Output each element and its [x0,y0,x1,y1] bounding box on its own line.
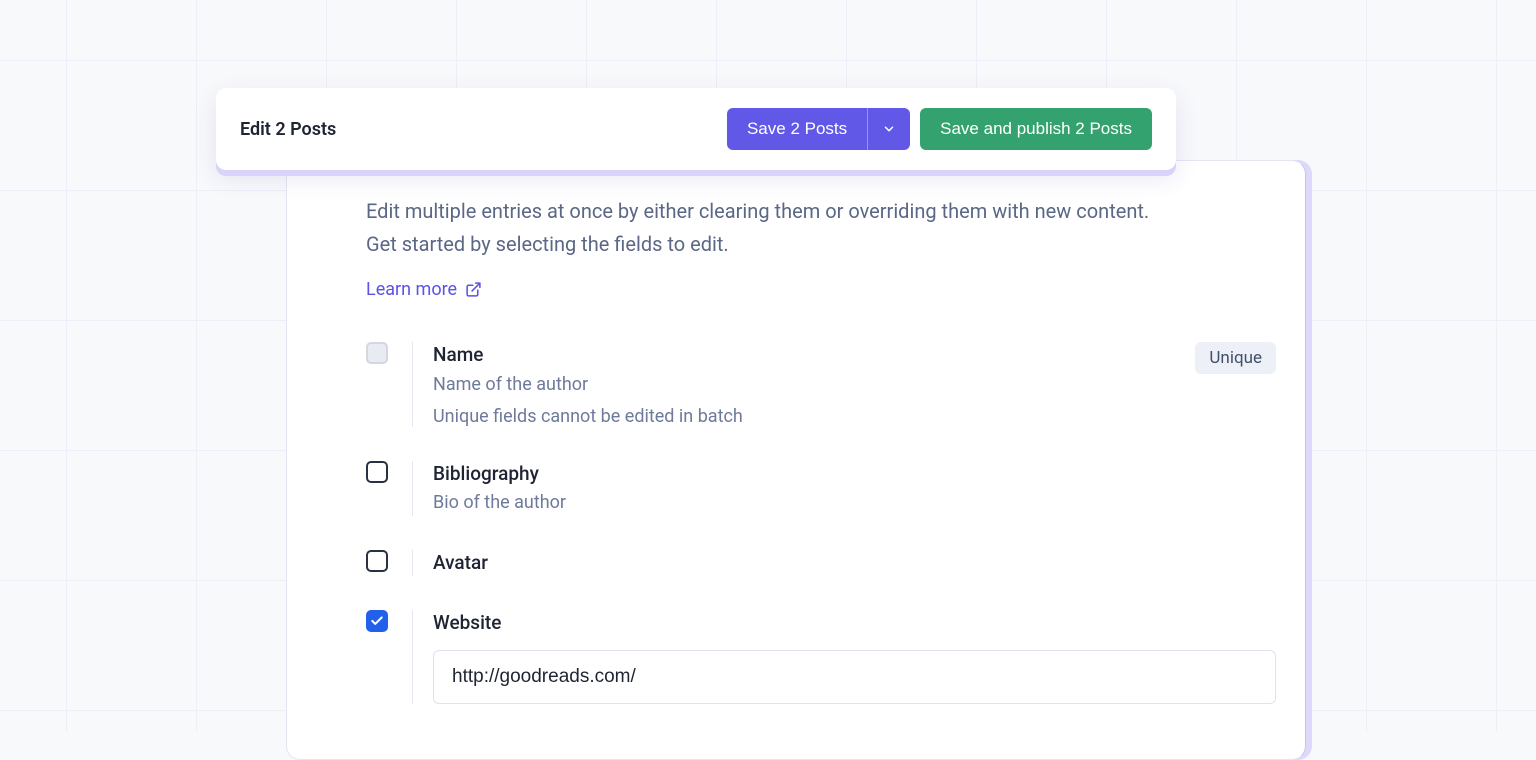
field-title-name: Name [433,342,1276,368]
checkbox-bibliography[interactable] [366,461,388,483]
header-actions: Save 2 Posts Save and publish 2 Posts [727,108,1152,150]
field-row-website: Website [366,610,1276,704]
checkbox-website[interactable] [366,610,388,632]
field-note-name: Unique fields cannot be edited in batch [433,406,1276,427]
checkbox-name [366,342,388,364]
checkbox-avatar[interactable] [366,550,388,572]
chevron-down-icon [882,122,896,136]
field-subtitle-bibliography: Bio of the author [433,490,1276,516]
field-divider [412,461,413,517]
save-button-group: Save 2 Posts [727,108,910,150]
field-title-website: Website [433,610,1276,636]
website-input[interactable] [433,650,1276,704]
check-icon [370,614,384,628]
field-divider [412,342,413,427]
save-button[interactable]: Save 2 Posts [727,108,867,150]
field-subtitle-name: Name of the author [433,372,1276,398]
field-divider [412,550,413,576]
learn-more-link[interactable]: Learn more [366,279,482,300]
field-row-avatar: Avatar [366,550,1276,576]
field-row-name: Name Name of the author Unique fields ca… [366,342,1276,427]
intro-text: Edit multiple entries at once by either … [366,195,1166,261]
field-title-avatar: Avatar [433,550,1276,576]
external-link-icon [465,281,482,298]
header-title: Edit 2 Posts [240,119,336,140]
content-area: Edit multiple entries at once by either … [366,195,1276,704]
field-divider [412,610,413,704]
save-dropdown-toggle[interactable] [867,108,910,150]
learn-more-label: Learn more [366,279,457,300]
unique-badge: Unique [1195,342,1276,374]
header-bar: Edit 2 Posts Save 2 Posts Save and publi… [216,88,1176,170]
save-publish-button[interactable]: Save and publish 2 Posts [920,108,1152,150]
field-title-bibliography: Bibliography [433,461,1276,487]
field-row-bibliography: Bibliography Bio of the author [366,461,1276,517]
